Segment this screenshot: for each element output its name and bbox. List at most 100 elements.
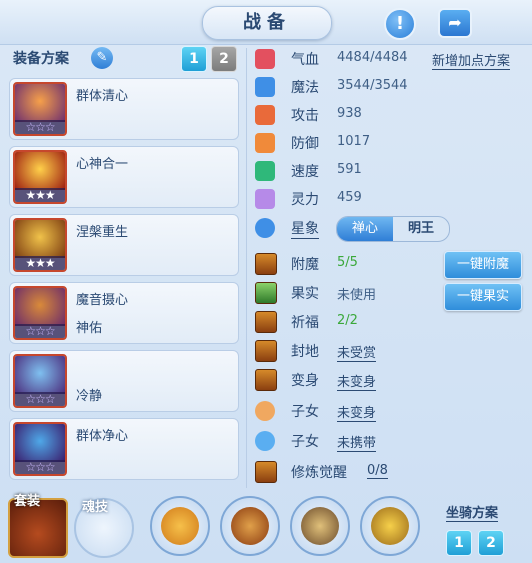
blessing-icon	[255, 311, 277, 333]
card-name: 心神合一	[76, 157, 129, 172]
heart-icon	[255, 49, 275, 69]
mana-icon	[255, 77, 275, 97]
equipment-card-5[interactable]: ☆☆☆ 冷静	[9, 350, 239, 412]
flame-helm-icon: ★★★	[13, 150, 67, 204]
option-chanxin[interactable]: 禅心	[337, 217, 393, 241]
equipment-plan-1-button[interactable]: 1	[181, 46, 207, 72]
star-rating: ★★★	[15, 188, 65, 202]
spirit-icon	[255, 189, 275, 209]
fief-icon	[255, 340, 277, 362]
mount-plan-2-button[interactable]: 2	[478, 530, 504, 556]
panel-divider	[246, 48, 247, 488]
stat-value: 1017	[337, 134, 371, 149]
stat-label: 灵力	[291, 192, 319, 208]
mount-slot-2[interactable]	[220, 496, 280, 556]
feature-value-link[interactable]: 0/8	[367, 463, 388, 479]
stat-value: 591	[337, 162, 362, 177]
ring-icon: ☆☆☆	[13, 354, 67, 408]
stat-value: 459	[337, 190, 362, 205]
awaken-icon	[255, 461, 277, 483]
child-icon	[255, 401, 275, 421]
feature-value-link[interactable]: 未携带	[337, 432, 377, 452]
equipment-card-1[interactable]: ☆☆☆ 群体清心	[9, 78, 239, 140]
equipment-card-2[interactable]: ★★★ 心神合一	[9, 146, 239, 208]
equipment-plan-2-button[interactable]: 2	[211, 46, 237, 72]
mount-2-icon	[231, 507, 269, 545]
enchant-icon	[255, 253, 277, 275]
card-name: 群体净心	[76, 429, 129, 444]
stat-label: 防御	[291, 136, 319, 152]
armor-icon: ☆☆☆	[13, 422, 67, 476]
star-rating: ☆☆☆	[15, 120, 65, 134]
constellation-toggle[interactable]: 禅心 明王	[336, 216, 450, 242]
feature-value-link[interactable]: 未变身	[337, 402, 377, 422]
star-rating: ☆☆☆	[15, 392, 65, 406]
speed-icon	[255, 161, 275, 181]
equipment-card-4[interactable]: ☆☆☆ 魔音摄心 神佑	[9, 282, 239, 344]
battle-prep-window: 战备 ! ➦ 装备方案 ✎ 1 2 ☆☆☆ 群体清心 ★★★ 心神合一 ★★★ …	[0, 0, 532, 563]
gold-helm-icon: ★★★	[13, 218, 67, 272]
feature-value: 2/2	[337, 313, 358, 328]
feature-label: 子女	[291, 404, 319, 420]
edit-pencil-icon[interactable]: ✎	[91, 47, 113, 69]
fruit-icon	[255, 282, 277, 304]
attack-icon	[255, 105, 275, 125]
equipment-panel: 装备方案 ✎ 1 2 ☆☆☆ 群体清心 ★★★ 心神合一 ★★★ 涅槃重生 ☆☆…	[5, 42, 245, 492]
stat-value: 4484/4484	[337, 50, 408, 65]
equipment-card-6[interactable]: ☆☆☆ 群体净心	[9, 418, 239, 480]
equipment-plan-label: 装备方案	[13, 51, 69, 67]
mount-plan-label[interactable]: 坐骑方案	[446, 502, 499, 522]
stat-label: 气血	[291, 52, 319, 68]
add-points-plan-link[interactable]: 新增加点方案	[432, 50, 511, 70]
feature-value: 5/5	[337, 255, 358, 270]
mount-slot-3[interactable]	[290, 496, 350, 556]
feature-label: 变身	[291, 373, 319, 389]
star-rating: ☆☆☆	[15, 460, 65, 474]
feature-label: 果实	[291, 286, 319, 302]
stat-label: 攻击	[291, 108, 319, 124]
mount-plan-1-button[interactable]: 1	[446, 530, 472, 556]
mount-slot-4[interactable]	[360, 496, 420, 556]
feature-label: 附魔	[291, 257, 319, 273]
mount-1-icon	[161, 507, 199, 545]
stat-value: 938	[337, 106, 362, 121]
stat-label: 速度	[291, 164, 319, 180]
info-icon[interactable]: !	[384, 8, 416, 40]
stat-value: 3544/3544	[337, 78, 408, 93]
paw-icon	[255, 431, 275, 451]
feature-label: 封地	[291, 344, 319, 360]
mount-3-icon	[301, 507, 339, 545]
stat-label: 魔法	[291, 80, 319, 96]
feature-label: 祈福	[291, 315, 319, 331]
one-click-fruit-button[interactable]: 一键果实	[444, 283, 522, 311]
constellation-label[interactable]: 星象	[291, 218, 319, 239]
feature-value-link[interactable]: 未受赏	[337, 342, 377, 362]
transform-icon	[255, 369, 277, 391]
one-click-enchant-button[interactable]: 一键附魔	[444, 251, 522, 279]
card-name: 涅槃重生	[76, 225, 129, 240]
share-icon[interactable]: ➦	[438, 8, 472, 38]
bottom-bar: 套装 魂技 坐骑方案 1 2	[0, 492, 532, 563]
star-rating: ★★★	[15, 256, 65, 270]
defense-icon	[255, 133, 275, 153]
potion-item-icon: ☆☆☆	[13, 82, 67, 136]
title-bar: 战备 ! ➦	[0, 0, 532, 45]
card-subname: 冷静	[76, 389, 103, 404]
equipment-card-3[interactable]: ★★★ 涅槃重生	[9, 214, 239, 276]
option-mingwang[interactable]: 明王	[393, 217, 449, 241]
constellation-icon	[255, 218, 275, 238]
suit-label: 套装	[14, 494, 41, 509]
feature-value: 未使用	[337, 288, 377, 303]
serpent-chain-icon: ☆☆☆	[13, 286, 67, 340]
mount-4-icon	[371, 507, 409, 545]
feature-label: 子女	[291, 434, 319, 450]
mount-slot-1[interactable]	[150, 496, 210, 556]
star-rating: ☆☆☆	[15, 324, 65, 338]
card-name: 魔音摄心	[76, 293, 129, 308]
feature-label: 修炼觉醒	[291, 465, 347, 481]
soul-skill-label: 魂技	[82, 500, 109, 515]
card-name: 群体清心	[76, 89, 129, 104]
feature-value-link[interactable]: 未变身	[337, 371, 377, 391]
card-subname: 神佑	[76, 321, 103, 336]
window-title: 战备	[202, 6, 332, 40]
